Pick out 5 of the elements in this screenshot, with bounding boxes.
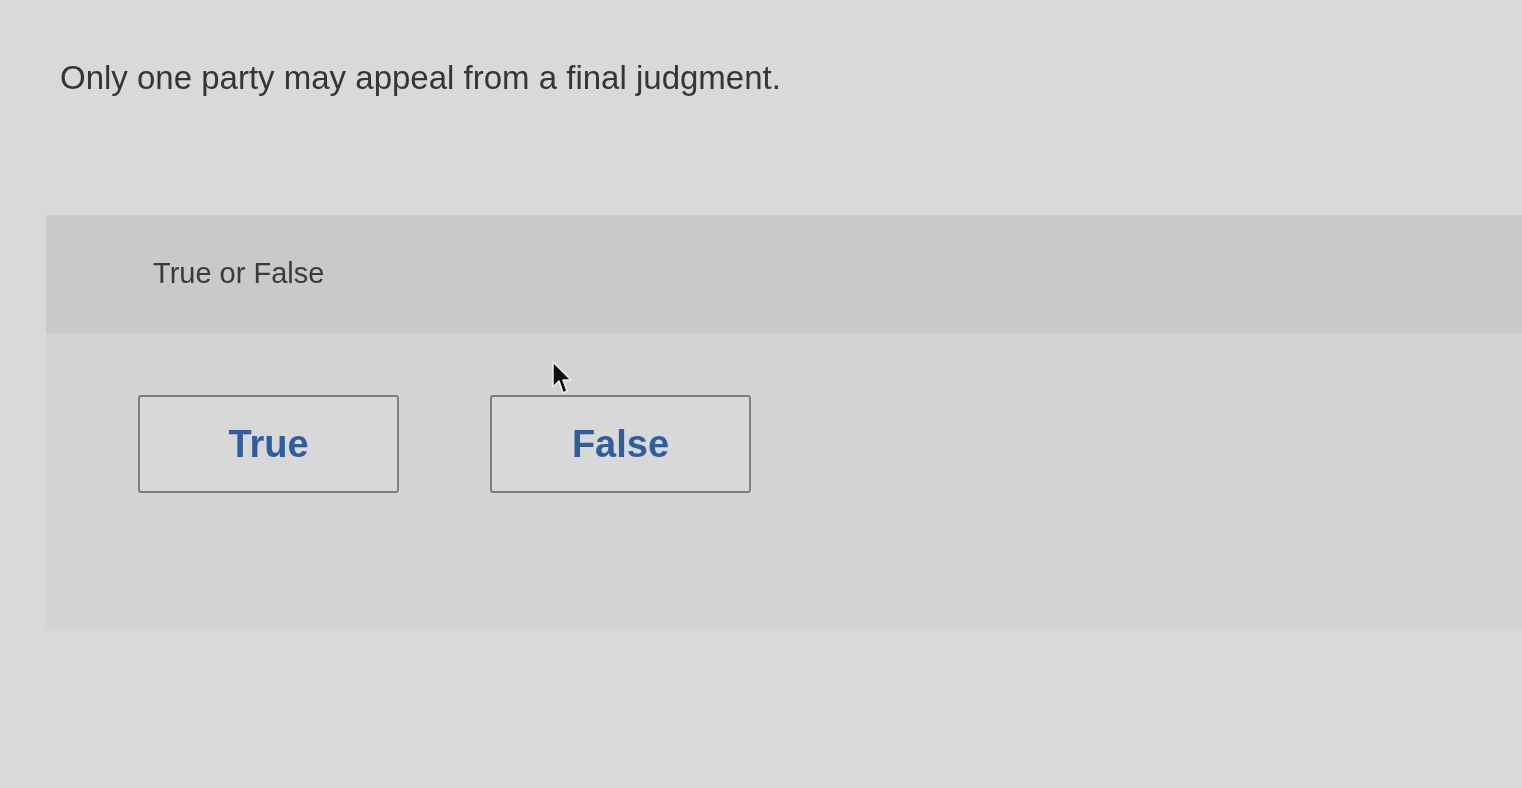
prompt-text: True or False — [153, 256, 325, 292]
mouse-cursor-icon — [552, 361, 572, 395]
answer-option[interactable]: False — [490, 395, 751, 493]
answer-option[interactable]: True — [138, 395, 399, 493]
question-text: Only one party may appeal from a final judgment. — [60, 58, 781, 98]
